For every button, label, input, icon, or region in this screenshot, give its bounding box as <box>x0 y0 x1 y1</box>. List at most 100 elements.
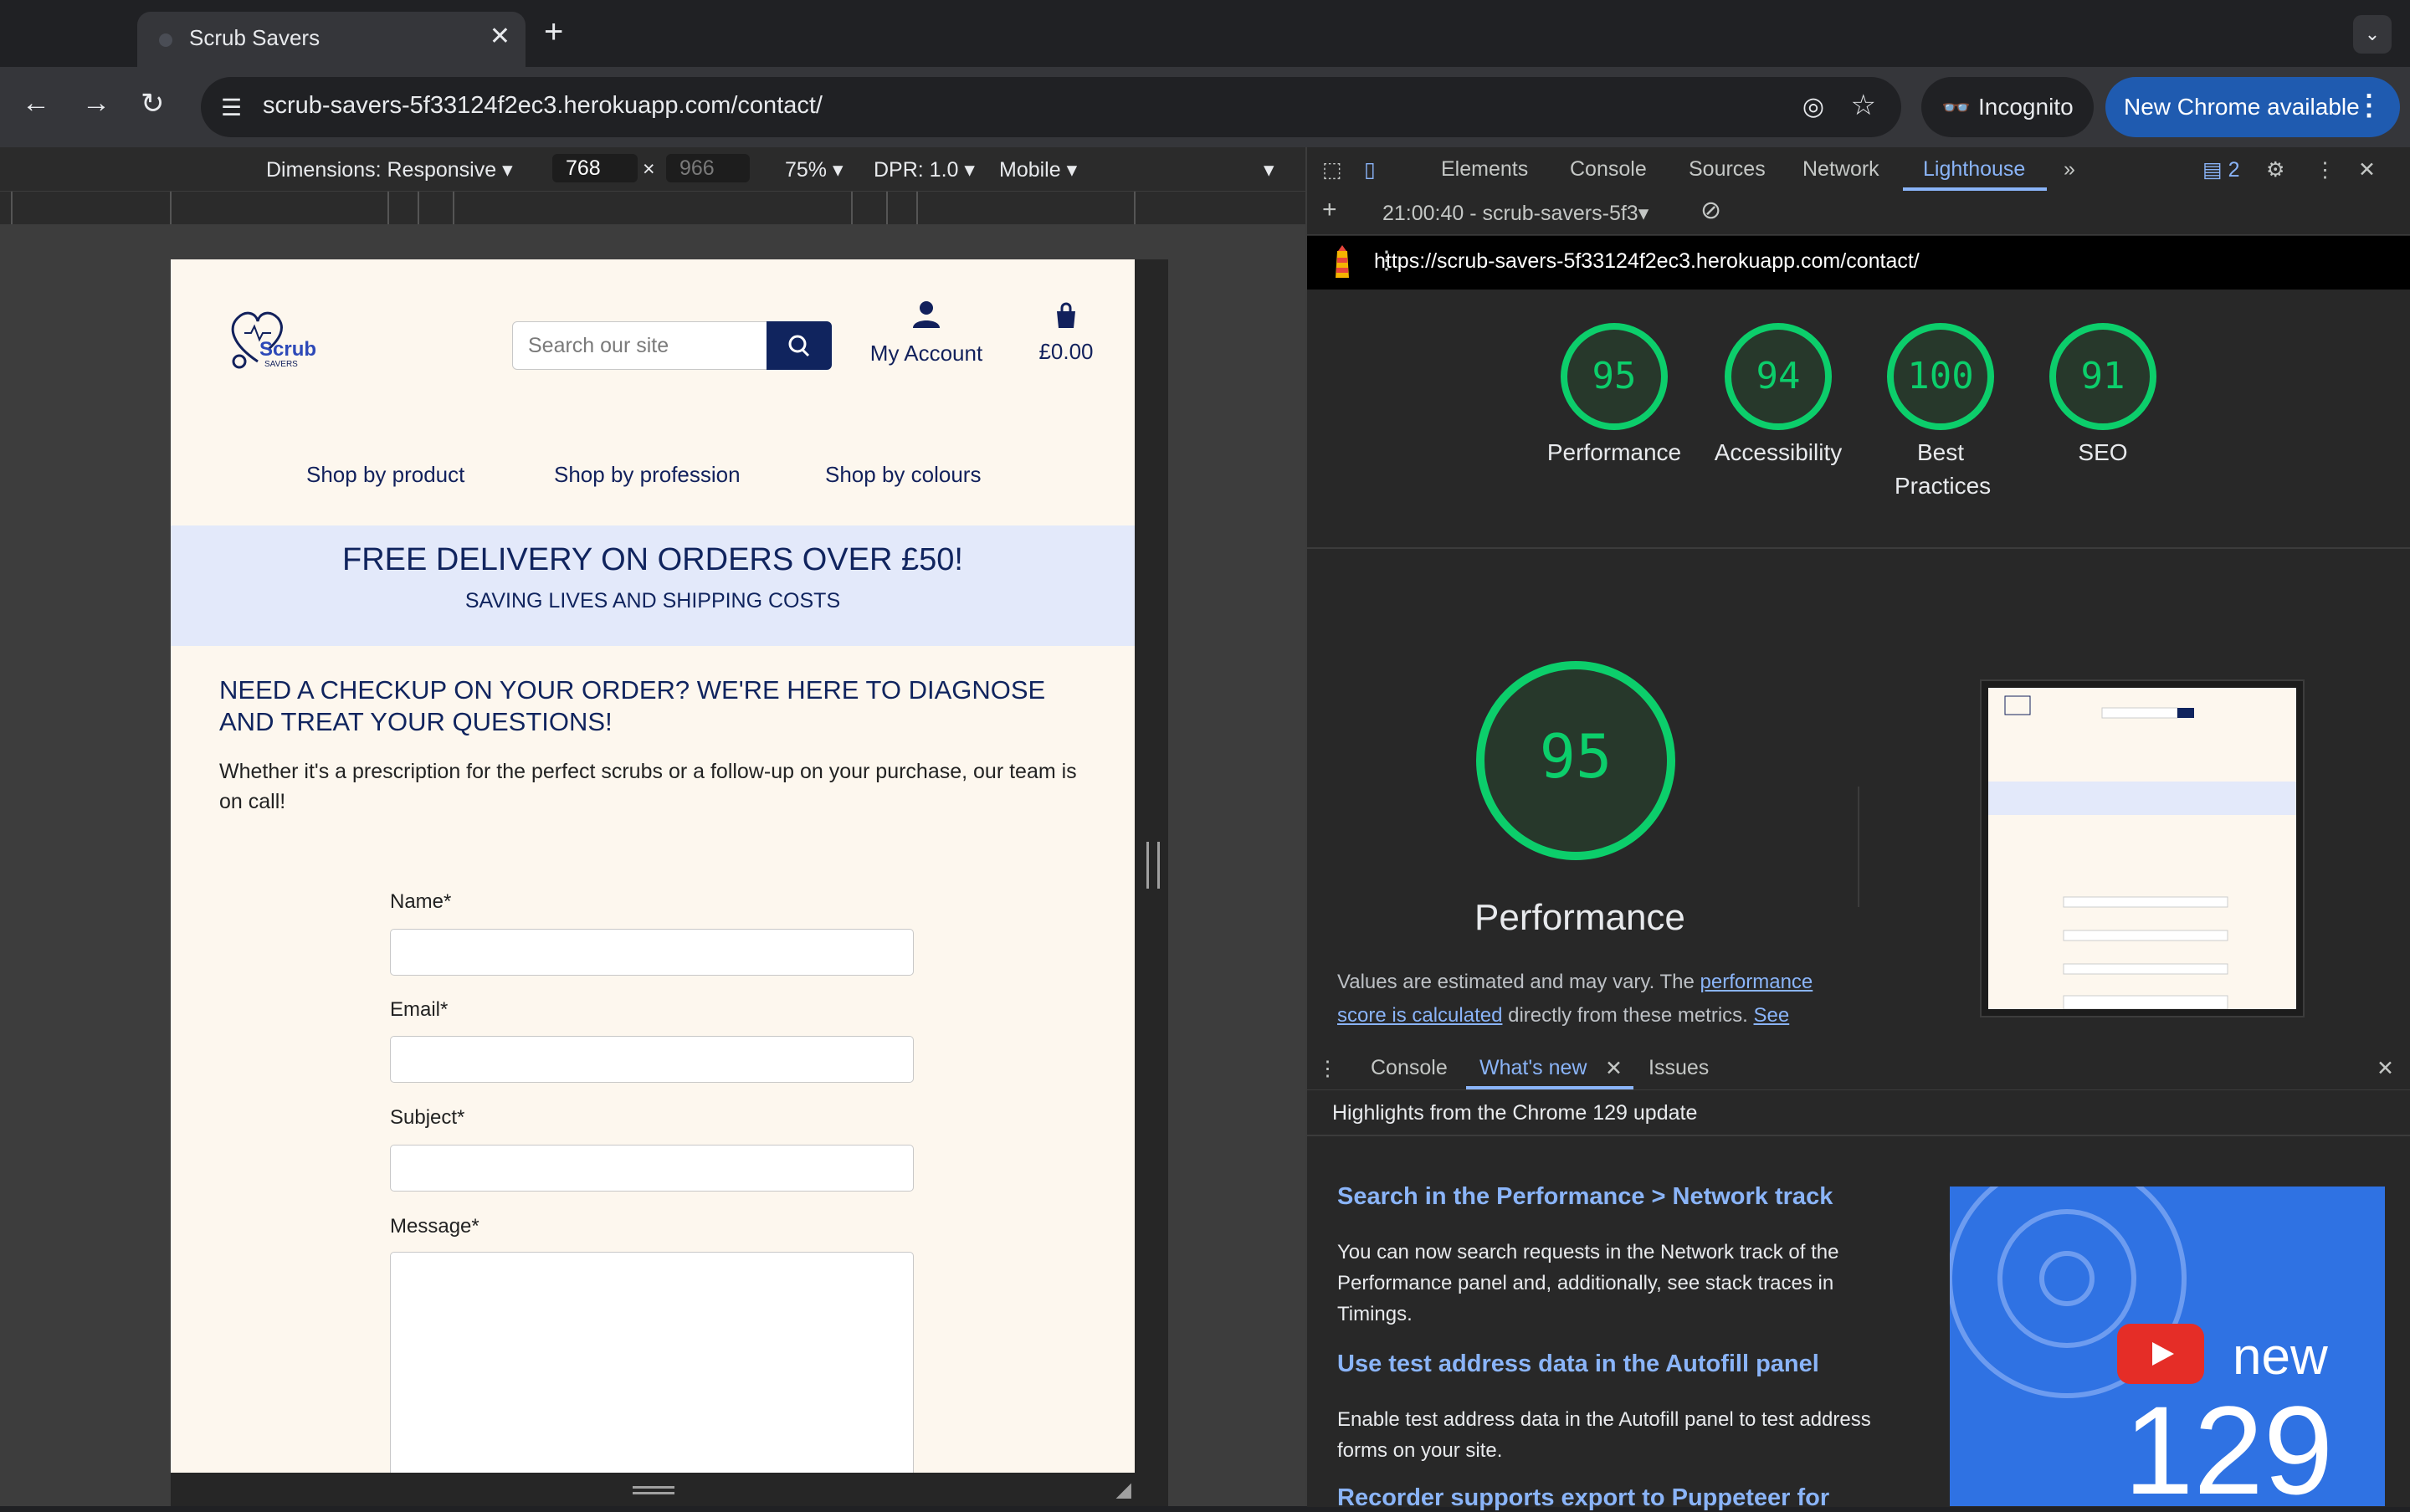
bookmark-star-icon[interactable]: ☆ <box>1851 89 1876 122</box>
my-account-link[interactable]: My Account <box>864 300 989 366</box>
more-tabs-icon[interactable]: » <box>2064 157 2075 182</box>
page-screenshot-thumbnail[interactable] <box>1980 679 2305 1017</box>
message-textarea[interactable] <box>390 1252 914 1473</box>
new-report-icon[interactable]: + <box>1322 196 1337 224</box>
search-icon <box>788 335 810 357</box>
tab-search-button[interactable]: ⌄ <box>2353 15 2392 54</box>
zoom-value: 75% <box>785 158 828 182</box>
tab-lighthouse[interactable]: Lighthouse <box>1923 157 2025 182</box>
viewport-width-input[interactable]: 768 <box>552 154 638 182</box>
vertical-divider <box>1858 787 1859 907</box>
report-url-bar: https://scrub-savers-5f33124f2ec3.heroku… <box>1307 236 2410 290</box>
settings-gear-icon[interactable]: ⚙ <box>2266 157 2284 182</box>
gauge-value: 91 <box>2081 355 2125 397</box>
logo-text: Scrub <box>259 338 317 361</box>
dpr-dropdown[interactable]: DPR: 1.0 ▾ <box>874 157 975 182</box>
viewport-bottom-handle[interactable]: ◢ <box>171 1473 1135 1506</box>
video-new-text: new <box>2233 1328 2328 1386</box>
nav-shop-by-product[interactable]: Shop by product <box>306 462 464 488</box>
shopping-bag-icon <box>1057 302 1075 328</box>
url-text[interactable]: scrub-savers-5f33124f2ec3.herokuapp.com/… <box>263 92 823 120</box>
play-button-icon[interactable] <box>2117 1324 2204 1384</box>
site-search-input[interactable]: Search our site <box>512 321 768 370</box>
subject-input[interactable] <box>390 1145 914 1192</box>
resize-handle-bottom[interactable] <box>633 1486 674 1494</box>
issues-counter[interactable]: ▤ 2 <box>2202 157 2239 182</box>
throttle-dropdown[interactable]: Mobile ▾ <box>999 157 1077 182</box>
email-input[interactable] <box>390 1036 914 1083</box>
name-input[interactable] <box>390 929 914 976</box>
forward-icon[interactable]: → <box>82 87 110 120</box>
tab-sources[interactable]: Sources <box>1689 157 1766 182</box>
gauge-best-practices[interactable]: 100 Best Practices <box>1861 321 2020 503</box>
gauge-performance[interactable]: 95 Performance <box>1535 321 1694 469</box>
feature-title[interactable]: Use test address data in the Autofill pa… <box>1337 1351 1819 1378</box>
media-query-ruler[interactable] <box>0 191 1305 225</box>
inspect-element-icon[interactable]: ⬚ <box>1322 157 1342 182</box>
lighthouse-icon <box>1336 245 1349 278</box>
back-icon[interactable]: ← <box>22 87 50 120</box>
drawer-tab-whats-new[interactable]: What's new <box>1479 1056 1587 1080</box>
tab-title: Scrub Savers <box>189 25 320 50</box>
dimensions-dropdown[interactable]: Dimensions: Responsive ▾ <box>266 157 513 182</box>
viewport-height-input[interactable]: 966 <box>666 154 750 182</box>
kebab-menu-icon[interactable]: ⋮ <box>2355 89 2383 122</box>
site-search-button[interactable] <box>767 321 832 370</box>
close-whats-new-icon[interactable]: ✕ <box>1605 1056 1623 1081</box>
gauge-label: SEO <box>2078 439 2128 465</box>
tab-elements[interactable]: Elements <box>1441 157 1528 182</box>
times-sign: × <box>643 157 655 181</box>
browser-tab[interactable]: Scrub Savers ✕ <box>137 12 526 67</box>
basket-total: £0.00 <box>1038 339 1094 364</box>
gauge-ring: 94 <box>1725 323 1832 430</box>
report-selector[interactable]: 21:00:40 - scrub-savers-5f3▾ <box>1382 201 1649 226</box>
site-info-icon[interactable]: ☰ <box>221 94 242 121</box>
close-tab-icon[interactable]: ✕ <box>490 22 510 51</box>
nav-shop-by-colours[interactable]: Shop by colours <box>825 462 981 488</box>
gauge-accessibility[interactable]: 94 Accessibility <box>1699 321 1858 469</box>
tab-console[interactable]: Console <box>1570 157 1647 182</box>
basket-link[interactable]: £0.00 <box>1033 301 1100 365</box>
address-bar[interactable]: ☰ scrub-savers-5f33124f2ec3.herokuapp.co… <box>201 77 1901 137</box>
tab-network[interactable]: Network <box>1802 157 1879 182</box>
whats-new-video-thumbnail[interactable]: new 129 <box>1950 1187 2385 1506</box>
devtools-menu-icon[interactable]: ⋮ <box>2315 157 2336 182</box>
eye-slash-icon[interactable]: ◎ <box>1802 92 1824 121</box>
incognito-badge[interactable]: 👓 Incognito <box>1921 77 2094 137</box>
gauge-value: 94 <box>1756 355 1801 397</box>
site-logo[interactable]: Scrub SAVERS <box>224 303 325 375</box>
more-options-icon[interactable]: ▾ <box>1264 157 1274 182</box>
new-chrome-available-button[interactable]: New Chrome available ⋮ <box>2105 77 2400 137</box>
zoom-dropdown[interactable]: 75% ▾ <box>785 157 844 182</box>
gauge-ring: 91 <box>2049 323 2156 430</box>
drawer-tab-console[interactable]: Console <box>1371 1056 1448 1080</box>
search-placeholder: Search our site <box>528 334 669 357</box>
incognito-icon: 👓 <box>1941 95 1971 120</box>
clear-reports-icon[interactable]: ⊘ <box>1700 196 1721 225</box>
report-menu-icon[interactable]: ⋮ <box>1374 246 2390 275</box>
note-prefix: Values are estimated and may vary. The <box>1337 971 1700 993</box>
feature-title[interactable]: Search in the Performance > Network trac… <box>1337 1183 1833 1211</box>
emulated-page: Scrub SAVERS Search our site My Account … <box>171 259 1135 1473</box>
new-tab-button[interactable]: + <box>544 13 563 51</box>
report-divider <box>1307 547 2410 549</box>
feature-title[interactable]: Recorder supports export to Puppeteer fo… <box>1337 1484 1829 1512</box>
account-label: My Account <box>869 341 983 366</box>
banner-heading: FREE DELIVERY ON ORDERS OVER £50! <box>342 542 963 577</box>
drawer-menu-icon[interactable]: ⋮ <box>1317 1056 1338 1081</box>
device-toggle-icon[interactable]: ▯ <box>1364 157 1376 182</box>
corner-resize-icon[interactable]: ◢ <box>1116 1478 1131 1502</box>
resize-handle-right[interactable] <box>1146 842 1160 889</box>
logo-subtext: SAVERS <box>264 360 298 369</box>
see-link[interactable]: See <box>1754 1004 1790 1027</box>
note-middle: directly from these metrics. <box>1502 1004 1754 1027</box>
close-drawer-icon[interactable]: ✕ <box>2377 1056 2394 1081</box>
gauge-seo[interactable]: 91 SEO <box>2023 321 2182 469</box>
drawer-tab-issues[interactable]: Issues <box>1649 1056 1709 1080</box>
reload-icon[interactable]: ↻ <box>141 87 165 120</box>
close-devtools-icon[interactable]: ✕ <box>2358 157 2376 182</box>
issues-count: 2 <box>2228 158 2240 182</box>
nav-shop-by-profession[interactable]: Shop by profession <box>554 462 741 488</box>
drawer-tab-bar: ⋮ Console What's new ✕ Issues ✕ <box>1307 1046 2410 1090</box>
url-host: scrub-savers-5f33124f2ec3.herokuapp.com <box>263 92 731 119</box>
